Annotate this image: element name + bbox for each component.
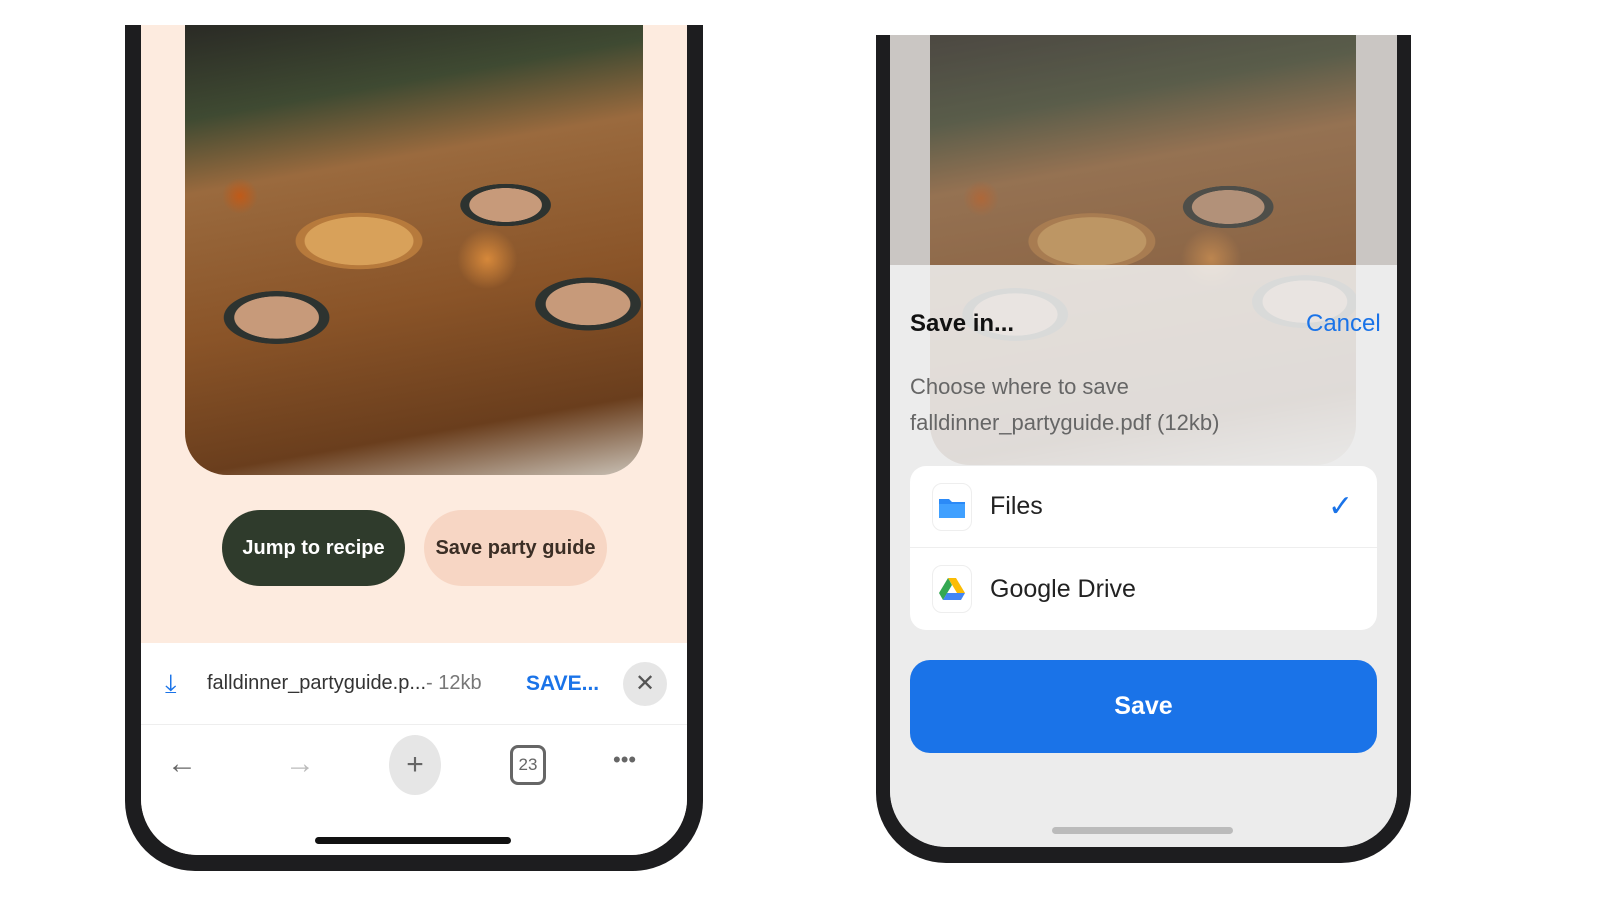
save-button[interactable]: Save xyxy=(910,660,1377,753)
checkmark-icon: ✓ xyxy=(1328,490,1354,523)
tab-count-button[interactable]: 23 xyxy=(510,745,546,785)
browser-screen: Jump to recipe Save party guide ⤓ falldi… xyxy=(141,25,687,855)
close-icon[interactable]: ✕ xyxy=(623,661,667,706)
file-size: - 12kb xyxy=(426,672,482,694)
option-google-drive[interactable]: Google Drive xyxy=(910,548,1377,630)
home-indicator xyxy=(1052,827,1233,834)
overlay-tint xyxy=(890,35,1397,265)
home-indicator xyxy=(315,837,511,844)
option-label: Google Drive xyxy=(990,574,1136,603)
back-arrow-icon[interactable]: ← xyxy=(167,747,197,781)
save-sheet-screen: Save in... Cancel Choose where to save f… xyxy=(890,35,1397,847)
left-phone: Jump to recipe Save party guide ⤓ falldi… xyxy=(125,25,703,871)
filename: falldinner_partyguide.p... xyxy=(207,672,427,694)
option-files[interactable]: Files ✓ xyxy=(910,466,1377,548)
more-menu-icon[interactable]: ••• xyxy=(613,747,636,773)
sheet-title: Save in... xyxy=(910,310,1015,337)
download-bar: ⤓ falldinner_partyguide.p...- 12kb SAVE.… xyxy=(141,643,687,725)
new-tab-plus-icon[interactable]: + xyxy=(389,735,441,795)
forward-arrow-icon[interactable]: → xyxy=(285,747,315,781)
download-filename: falldinner_partyguide.p...- 12kb xyxy=(207,672,482,695)
download-icon: ⤓ xyxy=(165,667,177,698)
save-party-guide-button[interactable]: Save party guide xyxy=(424,510,607,586)
option-label: Files xyxy=(990,492,1043,520)
sheet-description-line1: Choose where to save xyxy=(910,374,1129,399)
bottom-toolbar: ← → + 23 ••• xyxy=(141,725,687,855)
right-phone: Save in... Cancel Choose where to save f… xyxy=(876,35,1411,863)
save-link[interactable]: SAVE... xyxy=(526,672,599,696)
jump-to-recipe-button[interactable]: Jump to recipe xyxy=(222,510,405,586)
sheet-description-line2: falldinner_partyguide.pdf (12kb) xyxy=(910,410,1220,435)
cancel-button[interactable]: Cancel xyxy=(1306,310,1381,338)
dinner-table-photo xyxy=(185,25,643,475)
save-location-list: Files ✓ Google Drive xyxy=(910,466,1377,630)
google-drive-icon xyxy=(932,565,972,613)
files-folder-icon xyxy=(932,482,972,531)
